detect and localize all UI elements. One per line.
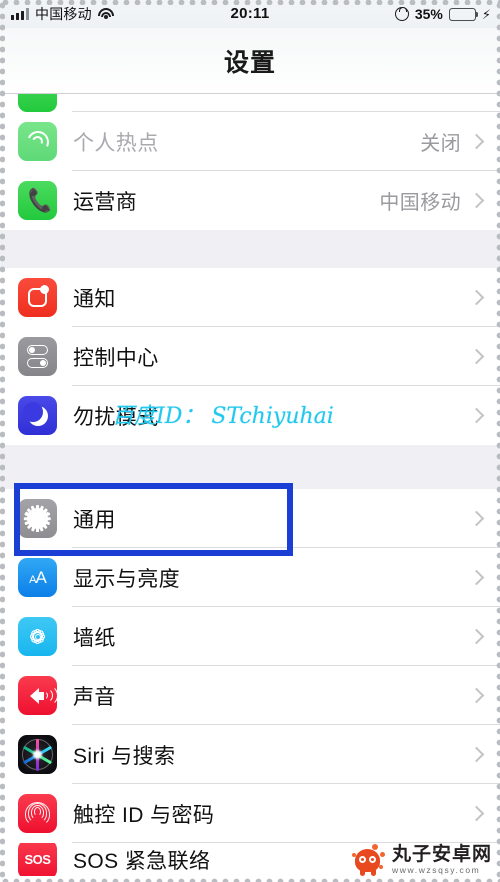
chevron-right-icon <box>468 289 485 306</box>
rotation-lock-icon <box>394 7 409 21</box>
wallpaper-icon <box>18 617 57 656</box>
row-label: 通知 <box>73 287 116 311</box>
row-label: 触控 ID 与密码 <box>73 803 215 827</box>
row-personal-hotspot[interactable]: 个人热点 关闭 <box>0 112 500 171</box>
row-label: 个人热点 <box>73 131 159 155</box>
siri-icon <box>18 735 57 774</box>
chevron-right-icon <box>468 510 485 527</box>
row-sounds[interactable]: 声音 <box>0 666 500 725</box>
status-bar-center: 20:11 <box>0 5 500 23</box>
row-label: SOS 紧急联络 <box>73 849 211 873</box>
gear-icon <box>18 499 57 538</box>
nav-bar: 设置 <box>0 28 500 94</box>
row-control-center[interactable]: 控制中心 <box>0 327 500 386</box>
list-item[interactable] <box>0 94 500 112</box>
page-title: 设置 <box>223 49 276 77</box>
moon-icon <box>18 396 57 435</box>
chevron-right-icon <box>468 687 485 704</box>
mascot-icon <box>351 844 386 876</box>
row-label: 显示与亮度 <box>73 567 180 591</box>
row-general[interactable]: 通用 <box>0 489 500 548</box>
row-label: 运营商 <box>73 190 138 214</box>
watermark-site-name: 丸子安卓网 <box>391 844 492 866</box>
photo-edge-bottom <box>0 877 500 882</box>
section-gap <box>0 445 500 489</box>
row-value: 关闭 <box>420 133 461 155</box>
watermark-text: 百度ID： STchiyuhai <box>112 404 334 429</box>
status-clock: 20:11 <box>230 5 270 22</box>
chevron-right-icon <box>468 192 485 209</box>
row-label: 墙纸 <box>73 626 116 650</box>
settings-group-general: 通用 AA 显示与亮度 墙纸 声音 Siri 与搜索 触控 ID 与密码 SOS… <box>0 489 500 876</box>
hotspot-icon <box>18 122 57 161</box>
watermark-logo: 丸子安卓网 www.wzsqsy.com <box>351 844 492 876</box>
row-wallpaper[interactable]: 墙纸 <box>0 607 500 666</box>
chevron-right-icon <box>468 569 485 586</box>
row-label: 通用 <box>73 508 116 532</box>
sos-icon: SOS <box>18 843 57 876</box>
settings-list: 个人热点 关闭 📞 运营商 中国移动 通知 控制中心 勿扰模式 通用 AA 显示… <box>0 94 500 876</box>
notifications-icon <box>18 278 57 317</box>
status-bar: 中国移动 20:11 35% ⚡ <box>0 0 500 28</box>
row-notifications[interactable]: 通知 <box>0 268 500 327</box>
green-app-icon <box>18 94 57 112</box>
display-icon: AA <box>18 558 57 597</box>
watermark-site-url: www.wzsqsy.com <box>391 865 481 876</box>
fingerprint-icon <box>18 794 57 833</box>
speaker-icon <box>18 676 57 715</box>
battery-icon <box>448 7 479 21</box>
chevron-right-icon <box>468 348 485 365</box>
chevron-right-icon <box>468 133 485 150</box>
row-siri-search[interactable]: Siri 与搜索 <box>0 725 500 784</box>
settings-group-connectivity: 个人热点 关闭 📞 运营商 中国移动 <box>0 94 500 230</box>
chevron-right-icon <box>468 746 485 763</box>
row-value: 中国移动 <box>379 192 461 214</box>
iphone-settings-screenshot: 中国移动 20:11 35% ⚡ 设置 个人热点 关闭 📞 运营商 中国移动 通… <box>0 0 500 882</box>
sos-label: SOS <box>24 852 51 867</box>
chevron-right-icon <box>468 407 485 424</box>
phone-icon: 📞 <box>18 181 57 220</box>
section-gap <box>0 230 500 268</box>
row-carrier[interactable]: 📞 运营商 中国移动 <box>0 171 500 230</box>
chevron-right-icon <box>468 805 485 822</box>
row-label: 声音 <box>73 685 116 709</box>
row-touch-id-passcode[interactable]: 触控 ID 与密码 <box>0 784 500 843</box>
watermark-words: 丸子安卓网 www.wzsqsy.com <box>392 845 492 875</box>
row-display-brightness[interactable]: AA 显示与亮度 <box>0 548 500 607</box>
chevron-right-icon <box>468 628 485 645</box>
row-label: Siri 与搜索 <box>73 744 176 768</box>
control-center-icon <box>18 337 57 376</box>
row-label: 控制中心 <box>73 346 159 370</box>
